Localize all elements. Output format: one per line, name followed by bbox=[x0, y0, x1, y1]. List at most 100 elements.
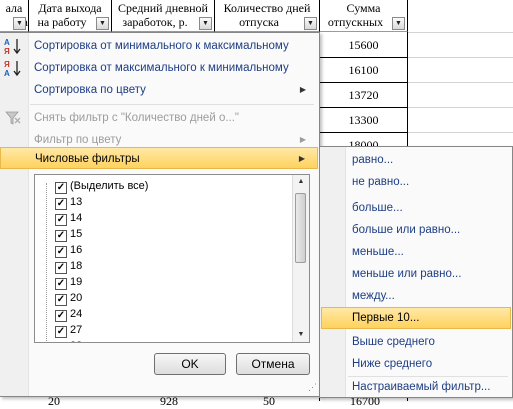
checklist-label: 24 bbox=[70, 308, 83, 320]
table-cell[interactable]: 13720 bbox=[320, 83, 407, 108]
checkbox-checked-icon[interactable]: ✓ bbox=[55, 342, 67, 343]
checkbox-checked-icon[interactable]: ✓ bbox=[55, 326, 67, 338]
checklist-item[interactable]: ✓ 24 bbox=[55, 306, 82, 322]
filter-dropdown-button[interactable]: ▼ bbox=[392, 17, 405, 30]
checklist-item[interactable]: ✓ 13 bbox=[55, 194, 82, 210]
checkbox-checked-icon[interactable]: ✓ bbox=[55, 278, 67, 290]
checkbox-checked-icon[interactable]: ✓ bbox=[55, 214, 67, 226]
checklist-item[interactable]: ✓ 18 bbox=[55, 258, 82, 274]
checklist-item[interactable]: ✓28 bbox=[55, 338, 82, 343]
submenu-item-label: Настраиваемый фильтр... bbox=[352, 381, 491, 393]
submenu-item-label: больше... bbox=[352, 202, 403, 214]
checklist-scrollbar[interactable]: ▲ ▼ bbox=[292, 175, 309, 342]
checklist-item[interactable]: ✓ 19 bbox=[55, 274, 82, 290]
checklist-item[interactable]: ✓ 20 bbox=[55, 290, 82, 306]
filter-menu: А Я Сортировка от минимального к максима… bbox=[0, 32, 320, 397]
clear-filter-icon bbox=[3, 109, 23, 127]
checklist-select-all[interactable]: ✓ (Выделить все) bbox=[55, 178, 148, 194]
svg-text:А: А bbox=[4, 38, 10, 47]
checklist-item[interactable]: ✓ 16 bbox=[55, 242, 82, 258]
filter-dropdown-button[interactable]: ▼ bbox=[96, 17, 109, 30]
column-header-line1: Дата выхода bbox=[38, 1, 102, 15]
checklist-label: 18 bbox=[70, 260, 83, 272]
column-header-line1: ала bbox=[5, 1, 23, 15]
submenu-item-label: больше или равно... bbox=[352, 224, 461, 236]
checkbox-checked-icon[interactable]: ✓ bbox=[55, 230, 67, 242]
submenu-arrow-icon: ▶ bbox=[298, 154, 305, 163]
checkbox-checked-icon[interactable]: ✓ bbox=[55, 294, 67, 306]
menu-item-sort-descending[interactable]: Я А Сортировка от максимального к минима… bbox=[0, 57, 318, 79]
checklist-label: 15 bbox=[70, 228, 83, 240]
checklist-label: 19 bbox=[70, 276, 83, 288]
table-cell[interactable]: 16100 bbox=[320, 58, 407, 83]
checklist-label: 20 bbox=[70, 292, 83, 304]
checklist-label: 13 bbox=[70, 196, 83, 208]
submenu-item-equals[interactable]: равно... bbox=[321, 149, 511, 171]
submenu-item-label: меньше... bbox=[352, 246, 404, 258]
submenu-item-top-10[interactable]: Первые 10... bbox=[321, 307, 511, 329]
cancel-button[interactable]: Отмена bbox=[236, 353, 310, 375]
menu-item-clear-filter[interactable]: Снять фильтр с "Количество дней о..." bbox=[0, 107, 318, 129]
submenu-item-not-equals[interactable]: не равно... bbox=[321, 171, 511, 193]
ok-button[interactable]: OK bbox=[154, 353, 226, 375]
scroll-down-icon[interactable]: ▼ bbox=[294, 328, 308, 342]
submenu-item-above-average[interactable]: Выше среднего bbox=[321, 331, 511, 353]
checkbox-checked-icon[interactable]: ✓ bbox=[55, 310, 67, 322]
sort-ascending-icon: А Я bbox=[3, 37, 23, 56]
submenu-item-less-or-equal[interactable]: меньше или равно... bbox=[321, 263, 511, 285]
column-header-line1: Количество дней bbox=[223, 1, 311, 15]
checkbox-checked-icon[interactable]: ✓ bbox=[55, 262, 67, 274]
submenu-item-between[interactable]: между... bbox=[321, 285, 511, 307]
scroll-up-icon[interactable]: ▲ bbox=[294, 175, 308, 189]
checklist-label: 16 bbox=[70, 244, 83, 256]
submenu-item-label: Выше среднего bbox=[352, 336, 435, 348]
menu-item-sort-ascending[interactable]: А Я Сортировка от минимального к максима… bbox=[0, 35, 318, 57]
resize-grip-icon[interactable]: ⋰ bbox=[308, 382, 317, 393]
checklist-item[interactable]: ✓ 15 bbox=[55, 226, 82, 242]
gridline bbox=[408, 57, 513, 58]
checkbox-checked-icon[interactable]: ✓ bbox=[55, 246, 67, 258]
column-header-vacation-days: Количество дней отпуска ▼ bbox=[215, 0, 320, 32]
submenu-item-below-average[interactable]: Ниже среднего bbox=[321, 353, 511, 375]
column-header-vacation-sum: Сумма отпускных ▼ bbox=[320, 0, 408, 32]
checklist-label: (Выделить все) bbox=[70, 180, 149, 192]
checklist-label: 27 bbox=[70, 324, 83, 336]
gridline bbox=[408, 107, 513, 108]
submenu-item-label: не равно... bbox=[352, 176, 410, 188]
checkbox-checked-icon[interactable]: ✓ bbox=[55, 198, 67, 210]
menu-item-number-filters[interactable]: Числовые фильтры ▶ bbox=[0, 147, 318, 169]
gridline bbox=[408, 82, 513, 83]
filter-dropdown-button[interactable]: ▼ bbox=[13, 17, 26, 30]
svg-text:А: А bbox=[4, 69, 10, 77]
table-cell[interactable]: 15600 bbox=[320, 33, 407, 58]
submenu-item-label: меньше или равно... bbox=[352, 268, 462, 280]
column-header-1: ала ка ▼ bbox=[0, 0, 29, 32]
checklist-item[interactable]: ✓ 14 bbox=[55, 210, 82, 226]
checklist-label: 14 bbox=[70, 212, 83, 224]
column-header-date: Дата выхода на работу ▼ bbox=[29, 0, 112, 32]
svg-text:Я: Я bbox=[4, 60, 10, 69]
submenu-item-label: между... bbox=[352, 290, 395, 302]
menu-item-sort-by-color[interactable]: Сортировка по цвету ▶ bbox=[0, 79, 318, 101]
scroll-thumb[interactable] bbox=[295, 193, 306, 263]
filter-dropdown-button[interactable]: ▼ bbox=[199, 17, 212, 30]
submenu-item-greater[interactable]: больше... bbox=[321, 197, 511, 219]
checklist-label: 28 bbox=[70, 340, 82, 342]
menu-item-label: Сортировка от минимального к максимально… bbox=[34, 40, 289, 52]
value-checklist[interactable]: ✓ (Выделить все) ✓ 13 ✓ 14 ✓ 15 ✓ 16 ✓ 18 ✓ 19 … bbox=[34, 174, 310, 343]
submenu-item-label: Ниже среднего bbox=[352, 358, 433, 370]
column-header-line1: Средний дневной bbox=[118, 1, 208, 15]
menu-separator bbox=[30, 104, 314, 105]
checklist-item[interactable]: ✓ 27 bbox=[55, 322, 82, 338]
table-cell[interactable]: 13300 bbox=[320, 108, 407, 133]
checkbox-checked-icon[interactable]: ✓ bbox=[55, 182, 67, 194]
menu-item-label: Сортировка по цвету bbox=[34, 84, 146, 96]
submenu-item-greater-or-equal[interactable]: больше или равно... bbox=[321, 219, 511, 241]
filter-dropdown-button-active[interactable]: ▼ bbox=[304, 17, 317, 30]
column-header-avg-earnings: Средний дневной заработок, р. ▼ bbox=[112, 0, 215, 32]
submenu-item-custom-filter[interactable]: Настраиваемый фильтр... bbox=[321, 376, 511, 398]
svg-text:Я: Я bbox=[4, 47, 10, 55]
menu-item-label: Числовые фильтры bbox=[35, 153, 140, 165]
submenu-arrow-icon: ▶ bbox=[299, 85, 306, 94]
submenu-item-less[interactable]: меньше... bbox=[321, 241, 511, 263]
